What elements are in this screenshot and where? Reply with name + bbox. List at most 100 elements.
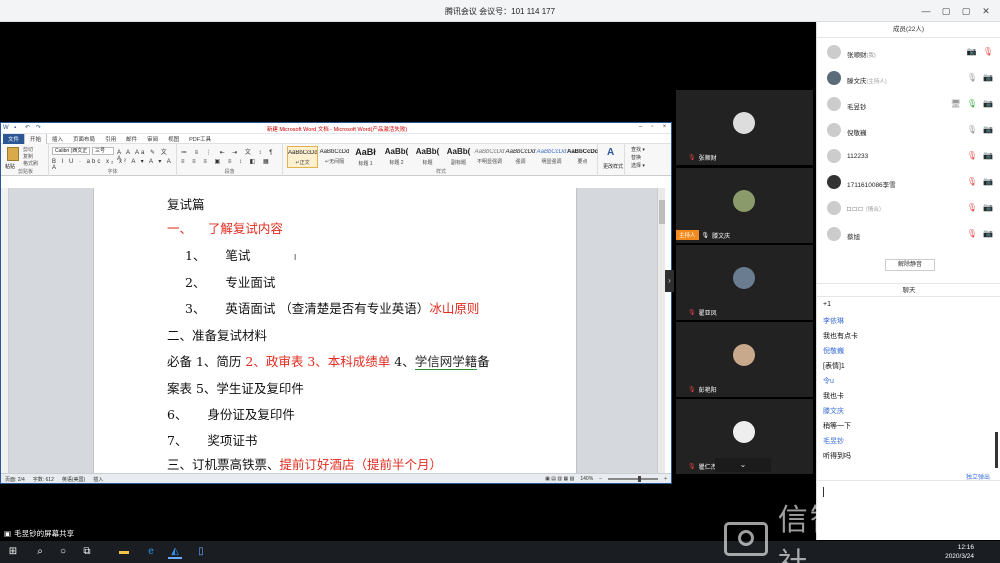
mic-off-icon[interactable]: 🎙 xyxy=(967,203,977,212)
word-maximize-button[interactable]: ▫ xyxy=(648,124,657,130)
avatar xyxy=(827,71,841,85)
mic-off-icon[interactable]: 🎙 xyxy=(983,47,993,56)
scrollbar-thumb[interactable] xyxy=(659,200,665,224)
paste-icon[interactable] xyxy=(7,147,19,161)
document-page[interactable]: 复试篇 一、 了解复试内容 1、 笔试 I 2、 专业面试 3、 英语面试 （查… xyxy=(93,188,577,474)
avatar xyxy=(733,112,755,134)
style-normal[interactable]: AaBbCcDd ↵正文 xyxy=(287,146,318,168)
status-insert-mode[interactable]: 插入 xyxy=(93,476,103,483)
video-tile[interactable]: 🎙 张顺财 xyxy=(676,90,813,165)
member-row[interactable]: 1711610086李雪 🎙 📷 xyxy=(817,170,1000,196)
avatar xyxy=(827,175,841,189)
member-row[interactable]: 毛昱钞 🖥 🎙 📷 xyxy=(817,92,1000,118)
view-layout-icons[interactable]: ▣ ▤ ▥ ▦ ▧ xyxy=(545,476,574,482)
find-button[interactable]: 查找 ▾ xyxy=(631,146,645,153)
format-painter-button[interactable]: 格式刷 xyxy=(23,160,38,167)
zoom-out-icon[interactable]: − xyxy=(599,476,602,482)
camera-off-icon[interactable]: 📷 xyxy=(983,203,993,212)
change-styles-button[interactable]: A 更改样式 xyxy=(599,144,625,176)
status-words[interactable]: 字数: 612 xyxy=(33,476,54,483)
camera-off-icon[interactable]: 📷 xyxy=(983,73,993,82)
cortana-icon[interactable]: ○ xyxy=(56,545,70,559)
tab-review[interactable]: 审阅 xyxy=(142,134,163,144)
align-buttons[interactable]: ≡ ≡ ≡ ▣ ≡ ↕ ◧ ▦ xyxy=(181,158,272,165)
mic-on-icon[interactable]: 🎙 xyxy=(967,99,977,108)
cut-button[interactable]: 剪切 xyxy=(23,146,33,153)
member-row[interactable]: 蔡旭 🎙 📷 xyxy=(817,222,1000,248)
mic-off-icon[interactable]: 🎙 xyxy=(967,229,977,238)
tab-pdf-tools[interactable]: PDF工具 xyxy=(184,134,216,144)
screen-share-icon[interactable]: 🖥 xyxy=(951,99,961,108)
style-strong[interactable]: AaBbCcDc 要点 xyxy=(567,146,598,168)
tencent-meeting-icon[interactable]: ◭ xyxy=(168,545,182,559)
copy-button[interactable]: 复制 xyxy=(23,153,33,160)
video-tile[interactable]: 🎙 翟亚凤 xyxy=(676,245,813,320)
style-intense-emphasis[interactable]: AaBbCcDd 明显强调 xyxy=(536,146,567,168)
style-heading-1[interactable]: AaBł 标题 1 xyxy=(350,146,381,168)
camera-off-icon[interactable]: 📷 xyxy=(983,125,993,134)
unmute-all-button[interactable]: 解除静音 xyxy=(885,259,935,271)
app-icon[interactable]: ▯ xyxy=(194,545,208,559)
chat-sender: 倪敬巍 xyxy=(823,348,844,355)
zoom-level[interactable]: 140% xyxy=(580,476,593,482)
select-button[interactable]: 选择 ▾ xyxy=(631,162,645,169)
video-tile[interactable]: 主持人 🎙 滕文庆 xyxy=(676,168,813,243)
word-close-button[interactable]: × xyxy=(660,124,669,130)
member-row[interactable]: 滕文庆(主持人) 🎙 📷 xyxy=(817,66,1000,92)
member-row[interactable]: 张顺财(我) 📷 🎙 xyxy=(817,40,1000,66)
close-button[interactable]: ✕ xyxy=(978,3,994,19)
mic-off-icon[interactable]: 🎙 xyxy=(967,151,977,160)
expand-chevron-down-icon[interactable]: ⌄ xyxy=(715,458,771,472)
tab-page-layout[interactable]: 页面布局 xyxy=(68,134,100,144)
vertical-scrollbar[interactable] xyxy=(657,188,665,474)
style-title[interactable]: AaBb( 标题 xyxy=(412,146,443,168)
camera-off-icon[interactable]: 📷 xyxy=(983,177,993,186)
style-no-spacing[interactable]: AaBbCcDd ↵无间隔 xyxy=(319,146,350,168)
zoom-in-icon[interactable]: + xyxy=(664,476,667,482)
tab-references[interactable]: 引用 xyxy=(100,134,121,144)
member-row[interactable]: 112233 🎙 📷 xyxy=(817,144,1000,170)
zoom-slider[interactable] xyxy=(608,476,659,482)
file-explorer-icon[interactable]: ▬ xyxy=(117,545,131,559)
member-name: 张顺财(我) xyxy=(847,52,876,59)
style-emphasis[interactable]: AaBbCcDd 强调 xyxy=(505,146,536,168)
style-subtitle[interactable]: AaBb( 副标题 xyxy=(443,146,474,168)
mic-icon[interactable]: 🎙 xyxy=(967,73,977,82)
replace-button[interactable]: 替换 xyxy=(631,154,641,161)
status-language[interactable]: 英语(美国) xyxy=(62,476,85,483)
doc-item-1-text: 笔试 xyxy=(225,248,251,263)
camera-off-icon[interactable]: 📷 xyxy=(983,229,993,238)
font-name-select[interactable]: Calibri (西文正 xyxy=(52,147,90,155)
tab-mailings[interactable]: 邮件 xyxy=(121,134,142,144)
maximize-button[interactable]: ▢ xyxy=(958,3,974,19)
list-buttons[interactable]: ≔ ≡ ⋮ ⇤ ⇥ 文 ↕ ¶ xyxy=(181,147,275,156)
tab-insert[interactable]: 插入 xyxy=(47,134,68,144)
camera-off-icon[interactable]: 📷 xyxy=(983,99,993,108)
tab-view[interactable]: 视图 xyxy=(163,134,184,144)
style-subtle-emphasis[interactable]: AaBbCcDd 不明显强调 xyxy=(474,146,505,168)
style-sample: AaBł xyxy=(355,147,376,157)
mic-icon[interactable]: 🎙 xyxy=(967,125,977,134)
chat-scrollbar[interactable] xyxy=(995,432,998,468)
status-page[interactable]: 页面: 2/4 xyxy=(5,476,25,483)
change-styles-icon: A xyxy=(607,147,615,158)
word-minimize-button[interactable]: – xyxy=(636,124,645,130)
avatar xyxy=(827,227,841,241)
mic-off-icon[interactable]: 🎙 xyxy=(967,177,977,186)
member-row[interactable]: □ □ □（情合） 🎙 📷 xyxy=(817,196,1000,222)
camera-off-icon[interactable]: 📷 xyxy=(983,151,993,160)
camera-off-icon[interactable]: 📷 xyxy=(967,47,977,56)
minimize-button[interactable]: — xyxy=(918,3,934,19)
search-icon[interactable]: ⌕ xyxy=(33,545,47,559)
member-row[interactable]: 倪敬巍 🎙 📷 xyxy=(817,118,1000,144)
restore-button[interactable]: ▢ xyxy=(938,3,954,19)
video-tile[interactable]: 🎙 彭艳阳 xyxy=(676,322,813,397)
tab-home[interactable]: 开始 xyxy=(24,133,48,144)
edge-browser-icon[interactable]: e xyxy=(144,545,158,559)
windows-start-icon[interactable]: ⊞ xyxy=(6,545,20,559)
panel-toggle-chevron-icon[interactable]: › xyxy=(665,270,674,292)
font-size-select[interactable]: 三号 xyxy=(92,147,114,155)
style-heading-2[interactable]: AaBb( 标题 2 xyxy=(381,146,412,168)
task-view-icon[interactable]: ⧉ xyxy=(80,545,94,559)
tab-file[interactable]: 文件 xyxy=(3,133,25,144)
